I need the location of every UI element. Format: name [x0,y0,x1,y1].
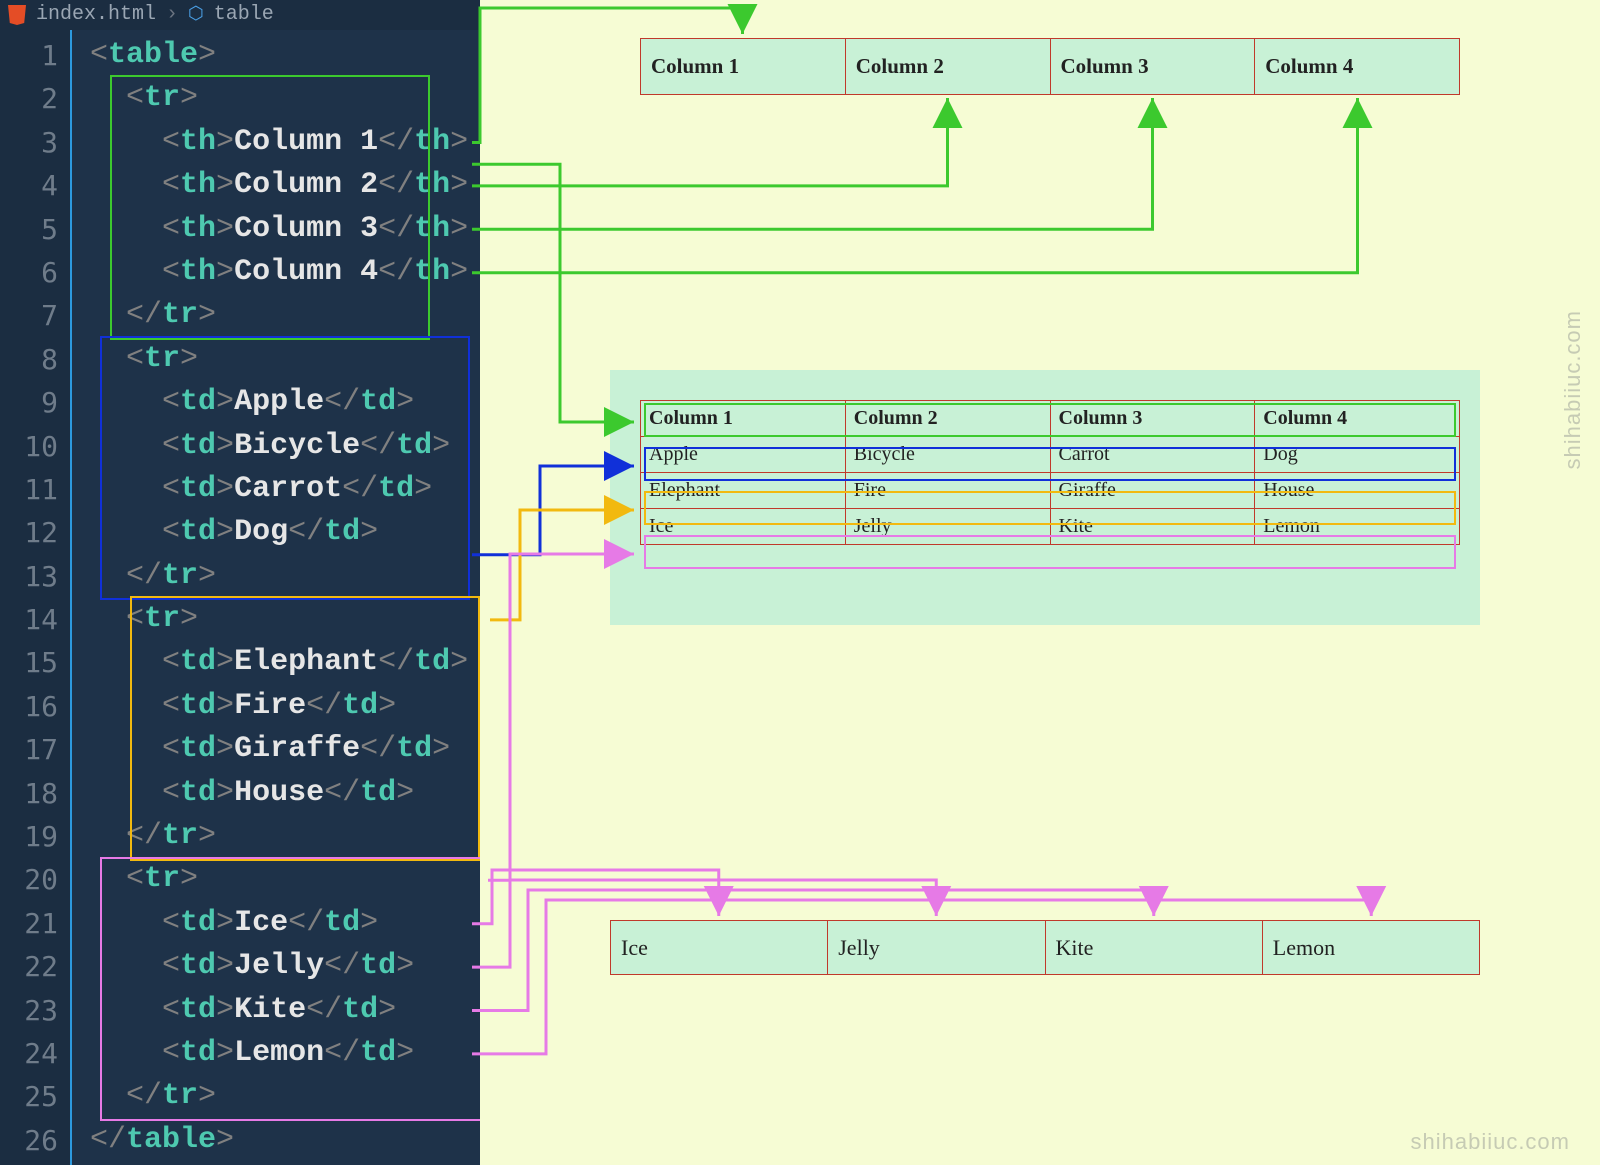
rendered-bottom-row: IceJellyKiteLemon [610,920,1480,975]
chevron-right-icon: › [166,5,178,25]
table-cell: Kite [1050,509,1255,545]
line-number-gutter: 1234567891011121314151617181920212223242… [0,30,72,1165]
table-cell: Apple [641,437,846,473]
table-cell: Carrot [1050,437,1255,473]
header-cell: Column 2 [845,401,1050,437]
rendered-full-table: Column 1Column 2Column 3Column 4 AppleBic… [640,400,1460,545]
breadcrumb: index.html › ⬡ table [0,0,480,30]
header-cell: Column 4 [1255,39,1460,95]
watermark-bottom: shihabiiuc.com [1410,1129,1570,1155]
table-cell: Dog [1255,437,1460,473]
breadcrumb-file: index.html [36,5,156,25]
header-cell: Column 4 [1255,401,1460,437]
header-cell: Column 2 [845,39,1050,95]
html5-icon [8,5,26,25]
header-cell: Column 3 [1050,39,1255,95]
table-cell: Kite [1045,921,1262,975]
table-cell: Ice [641,509,846,545]
header-cell: Column 3 [1050,401,1255,437]
table-cell: Jelly [828,921,1045,975]
table-cell: Jelly [845,509,1050,545]
table-cell: Fire [845,473,1050,509]
table-cell: House [1255,473,1460,509]
code-body: <table> <tr> <th>Column 1</th> <th>Colum… [72,30,480,1162]
header-cell: Column 1 [641,39,846,95]
code-editor-panel: index.html › ⬡ table 1234567891011121314… [0,0,480,1165]
rendered-header-row: Column 1Column 2Column 3Column 4 [640,38,1460,95]
breadcrumb-element: table [214,5,274,25]
table-cell: Lemon [1255,509,1460,545]
table-cell: Giraffe [1050,473,1255,509]
table-cell: Lemon [1262,921,1479,975]
table-cell: Elephant [641,473,846,509]
table-cell: Ice [611,921,828,975]
element-icon: ⬡ [188,6,204,24]
table-cell: Bicycle [845,437,1050,473]
watermark-vertical: shihabiiuc.com [1560,310,1586,470]
header-cell: Column 1 [641,401,846,437]
